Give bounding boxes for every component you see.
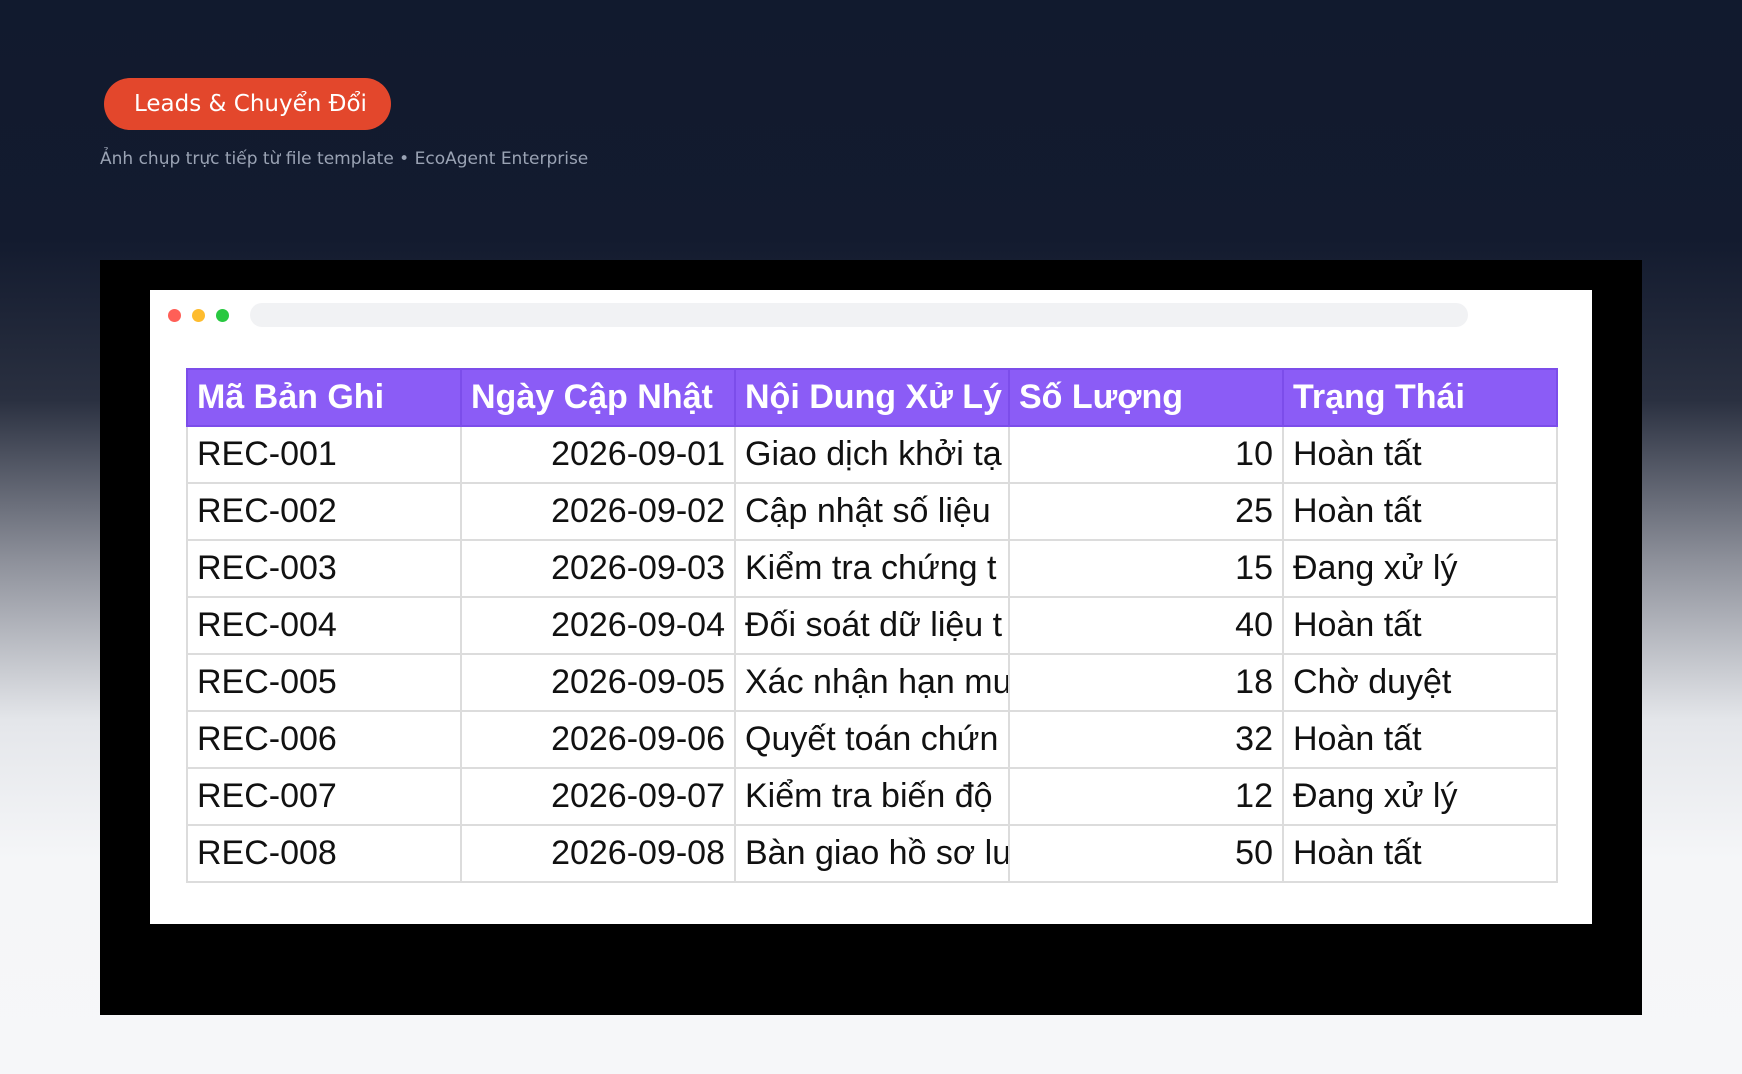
column-header-record-id: Mã Bản Ghi <box>186 368 462 427</box>
minimize-dot-icon <box>192 309 205 322</box>
screenshot-frame: Mã Bản Ghi Ngày Cập Nhật Nội Dung Xử Lý … <box>100 260 1642 1015</box>
cell-status: Hoàn tất <box>1282 482 1558 541</box>
cell-record-id: REC-001 <box>186 425 462 484</box>
browser-window: Mã Bản Ghi Ngày Cập Nhật Nội Dung Xử Lý … <box>150 290 1592 924</box>
cell-update-date: 2026-09-08 <box>460 824 736 883</box>
cell-record-id: REC-005 <box>186 653 462 712</box>
cell-quantity: 15 <box>1008 539 1284 598</box>
cell-update-date: 2026-09-05 <box>460 653 736 712</box>
cell-content: Kiểm tra biến độ <box>734 767 1010 826</box>
cell-record-id: REC-006 <box>186 710 462 769</box>
table-row: REC-004 2026-09-04 Đối soát dữ liệu t 40… <box>186 596 1558 655</box>
table-row: REC-005 2026-09-05 Xác nhận hạn mư 18 Ch… <box>186 653 1558 712</box>
cell-update-date: 2026-09-04 <box>460 596 736 655</box>
cell-content: Giao dịch khởi tạ <box>734 425 1010 484</box>
cell-status: Hoàn tất <box>1282 425 1558 484</box>
cell-update-date: 2026-09-07 <box>460 767 736 826</box>
cell-quantity: 50 <box>1008 824 1284 883</box>
address-bar <box>250 303 1468 327</box>
window-controls <box>168 309 229 322</box>
cell-content: Xác nhận hạn mư <box>734 653 1010 712</box>
cell-content: Cập nhật số liệu <box>734 482 1010 541</box>
cell-quantity: 32 <box>1008 710 1284 769</box>
table-row: REC-008 2026-09-08 Bàn giao hồ sơ lư 50 … <box>186 824 1558 883</box>
cell-status: Chờ duyệt <box>1282 653 1558 712</box>
cell-update-date: 2026-09-03 <box>460 539 736 598</box>
records-table: Mã Bản Ghi Ngày Cập Nhật Nội Dung Xử Lý … <box>186 368 1558 883</box>
cell-quantity: 40 <box>1008 596 1284 655</box>
cell-record-id: REC-007 <box>186 767 462 826</box>
table-row: REC-002 2026-09-02 Cập nhật số liệu 25 H… <box>186 482 1558 541</box>
badge-label: Leads & Chuyển Đổi <box>134 91 367 117</box>
cell-record-id: REC-008 <box>186 824 462 883</box>
cell-content: Quyết toán chứn <box>734 710 1010 769</box>
cell-quantity: 10 <box>1008 425 1284 484</box>
cell-status: Hoàn tất <box>1282 824 1558 883</box>
cell-record-id: REC-004 <box>186 596 462 655</box>
cell-update-date: 2026-09-01 <box>460 425 736 484</box>
table-row: REC-007 2026-09-07 Kiểm tra biến độ 12 Đ… <box>186 767 1558 826</box>
column-header-content: Nội Dung Xử Lý <box>734 368 1010 427</box>
section-badge: Leads & Chuyển Đổi <box>104 78 391 130</box>
cell-quantity: 12 <box>1008 767 1284 826</box>
table-row: REC-006 2026-09-06 Quyết toán chứn 32 Ho… <box>186 710 1558 769</box>
cell-status: Đang xử lý <box>1282 539 1558 598</box>
subtitle: Ảnh chụp trực tiếp từ file template • Ec… <box>100 149 589 169</box>
maximize-dot-icon <box>216 309 229 322</box>
column-header-status: Trạng Thái <box>1282 368 1558 427</box>
cell-quantity: 18 <box>1008 653 1284 712</box>
cell-content: Bàn giao hồ sơ lư <box>734 824 1010 883</box>
table-row: REC-003 2026-09-03 Kiểm tra chứng t 15 Đ… <box>186 539 1558 598</box>
cell-quantity: 25 <box>1008 482 1284 541</box>
cell-update-date: 2026-09-06 <box>460 710 736 769</box>
cell-record-id: REC-003 <box>186 539 462 598</box>
cell-record-id: REC-002 <box>186 482 462 541</box>
cell-status: Đang xử lý <box>1282 767 1558 826</box>
table-row: REC-001 2026-09-01 Giao dịch khởi tạ 10 … <box>186 425 1558 484</box>
cell-content: Đối soát dữ liệu t <box>734 596 1010 655</box>
cell-status: Hoàn tất <box>1282 710 1558 769</box>
cell-content: Kiểm tra chứng t <box>734 539 1010 598</box>
close-dot-icon <box>168 309 181 322</box>
column-header-quantity: Số Lượng <box>1008 368 1284 427</box>
table-header-row: Mã Bản Ghi Ngày Cập Nhật Nội Dung Xử Lý … <box>186 368 1558 427</box>
cell-status: Hoàn tất <box>1282 596 1558 655</box>
cell-update-date: 2026-09-02 <box>460 482 736 541</box>
column-header-update-date: Ngày Cập Nhật <box>460 368 736 427</box>
